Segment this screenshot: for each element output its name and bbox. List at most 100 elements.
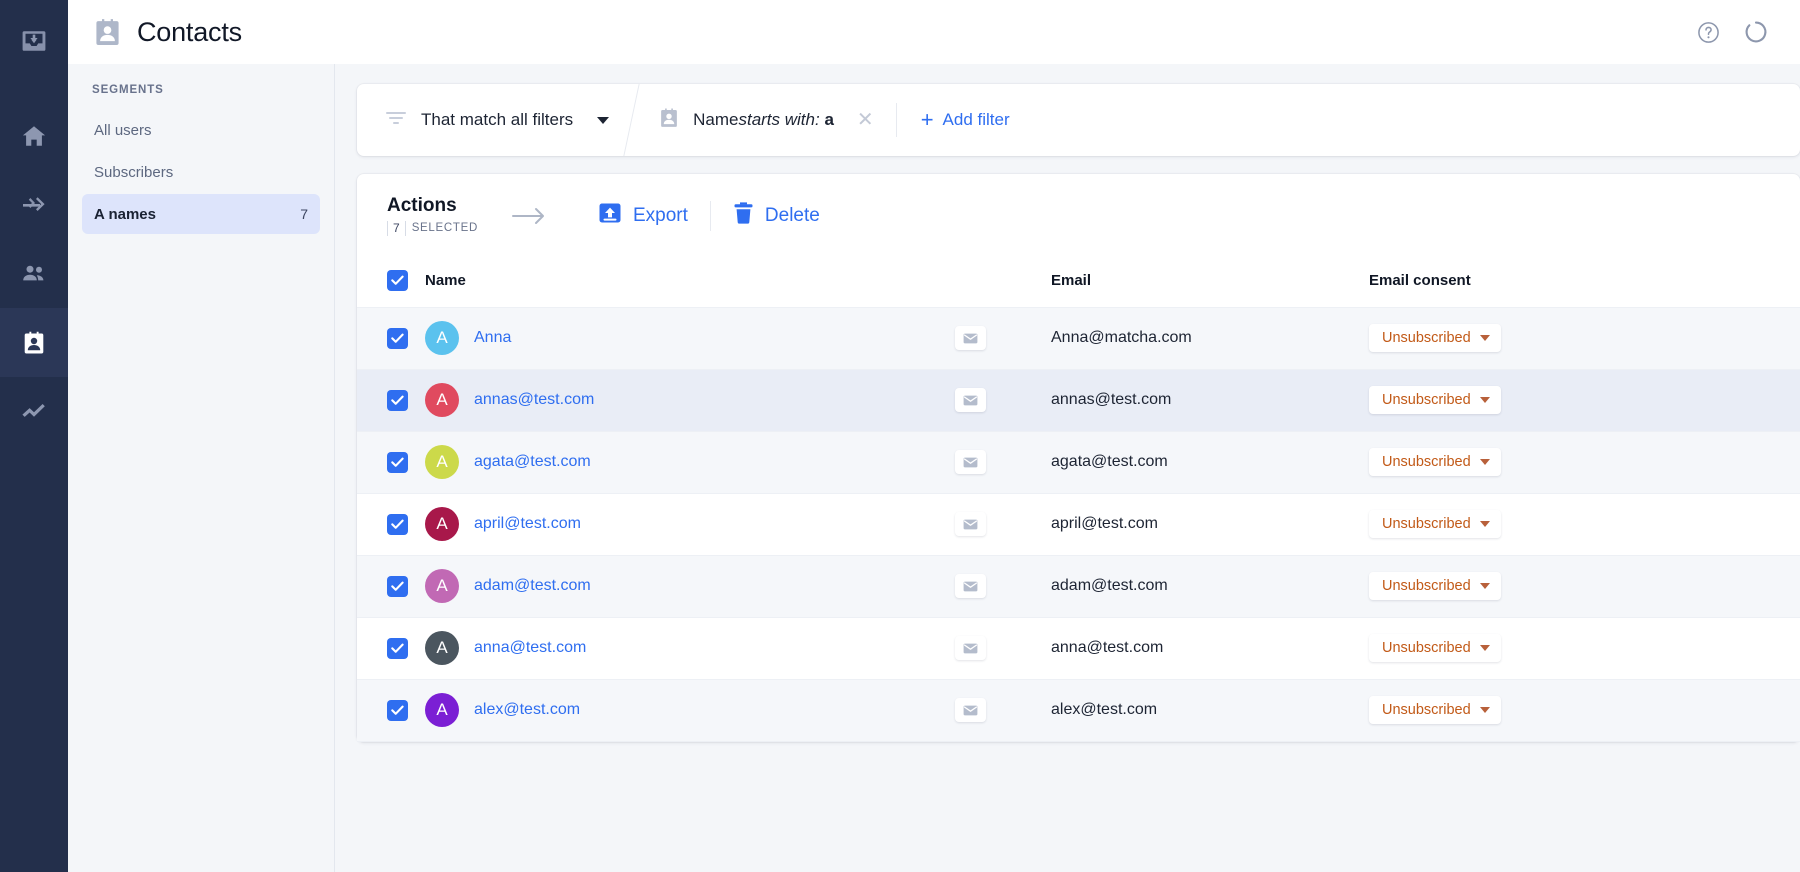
row-consent-cell: Unsubscribed bbox=[1369, 555, 1800, 617]
envelope-icon[interactable] bbox=[955, 450, 986, 474]
contact-name-link[interactable]: april@test.com bbox=[474, 515, 581, 533]
arrow-right-icon bbox=[512, 207, 546, 225]
match-mode-dropdown[interactable]: That match all filters bbox=[357, 84, 631, 156]
journeys-icon bbox=[20, 192, 48, 218]
contact-name-link[interactable]: annas@test.com bbox=[474, 391, 594, 409]
table-row[interactable]: AAnnaAnna@matcha.comUnsubscribed bbox=[357, 307, 1800, 369]
chevron-down-icon bbox=[1480, 335, 1490, 341]
envelope-icon[interactable] bbox=[955, 326, 986, 350]
contact-email: anna@test.com bbox=[1051, 639, 1163, 656]
row-checkbox[interactable] bbox=[387, 328, 408, 349]
table-row[interactable]: Aalex@test.comalex@test.com Unsubscribed bbox=[357, 679, 1800, 741]
row-checkbox[interactable] bbox=[387, 390, 408, 411]
rail-item-analytics[interactable] bbox=[0, 377, 68, 446]
sidebar-item-subscribers[interactable]: Subscribers bbox=[82, 152, 320, 192]
contact-name-link[interactable]: agata@test.com bbox=[474, 453, 591, 471]
segments-heading: SEGMENTS bbox=[82, 84, 320, 100]
email-consent-dropdown[interactable]: Unsubscribed bbox=[1369, 448, 1501, 476]
primary-nav-rail bbox=[0, 0, 68, 872]
add-filter-button[interactable]: + Add filter bbox=[901, 84, 1030, 156]
avatar: A bbox=[425, 321, 459, 355]
export-button[interactable]: Export bbox=[576, 201, 710, 231]
contact-name-link[interactable]: Anna bbox=[474, 329, 511, 347]
trash-icon bbox=[733, 201, 754, 231]
row-checkbox[interactable] bbox=[387, 576, 408, 597]
email-consent-value: Unsubscribed bbox=[1382, 640, 1471, 656]
contact-name-link[interactable]: alex@test.com bbox=[474, 701, 580, 719]
envelope-icon[interactable] bbox=[955, 574, 986, 598]
chevron-down-icon bbox=[1480, 583, 1490, 589]
row-select-cell bbox=[357, 369, 425, 431]
row-checkbox[interactable] bbox=[387, 700, 408, 721]
row-name-cell: Aapril@test.com bbox=[425, 493, 955, 555]
row-checkbox[interactable] bbox=[387, 514, 408, 535]
chevron-down-icon bbox=[1480, 521, 1490, 527]
contacts-icon bbox=[21, 330, 47, 356]
delete-button[interactable]: Delete bbox=[711, 201, 842, 231]
email-consent-dropdown[interactable]: Unsubscribed bbox=[1369, 324, 1501, 352]
refresh-spinner-icon[interactable] bbox=[1744, 20, 1768, 44]
chevron-down-icon bbox=[1480, 707, 1490, 713]
avatar: A bbox=[425, 383, 459, 417]
email-consent-dropdown[interactable]: Unsubscribed bbox=[1369, 510, 1501, 538]
contact-name-link[interactable]: adam@test.com bbox=[474, 577, 591, 595]
column-header-name[interactable]: Name bbox=[425, 256, 955, 308]
email-consent-value: Unsubscribed bbox=[1382, 454, 1471, 470]
close-icon[interactable]: ✕ bbox=[847, 110, 874, 130]
rail-item-audience[interactable] bbox=[0, 239, 68, 308]
email-consent-dropdown[interactable]: Unsubscribed bbox=[1369, 572, 1501, 600]
rail-item-contacts[interactable] bbox=[0, 308, 68, 377]
row-email-cell: agata@test.com bbox=[1051, 431, 1369, 493]
email-consent-dropdown[interactable]: Unsubscribed bbox=[1369, 634, 1501, 662]
table-row[interactable]: Aannas@test.comannas@test.com Unsubscribe… bbox=[357, 369, 1800, 431]
filter-chip-name[interactable]: Namestarts with: a ✕ bbox=[632, 84, 892, 156]
help-circle-icon[interactable] bbox=[1697, 21, 1720, 44]
main-panel: That match all filters bbox=[335, 64, 1800, 872]
envelope-icon[interactable] bbox=[955, 388, 986, 412]
rail-item-inbox[interactable] bbox=[0, 6, 68, 75]
filter-chip-value: a bbox=[824, 110, 833, 129]
rail-item-journeys[interactable] bbox=[0, 170, 68, 239]
row-select-cell bbox=[357, 617, 425, 679]
contact-name-link[interactable]: anna@test.com bbox=[474, 639, 586, 657]
contacts-card-icon bbox=[92, 17, 123, 48]
delete-label: Delete bbox=[765, 205, 820, 227]
envelope-icon[interactable] bbox=[955, 698, 986, 722]
column-header-consent[interactable]: Email consent bbox=[1369, 256, 1800, 308]
sidebar-item-a-names[interactable]: A names 7 bbox=[82, 194, 320, 234]
row-checkbox[interactable] bbox=[387, 452, 408, 473]
envelope-icon[interactable] bbox=[955, 636, 986, 660]
row-envelope-cell bbox=[955, 307, 1051, 369]
envelope-icon[interactable] bbox=[955, 512, 986, 536]
table-row[interactable]: Aanna@test.comanna@test.comUnsubscribed bbox=[357, 617, 1800, 679]
row-name-cell: Aanna@test.com bbox=[425, 617, 955, 679]
table-body: AAnnaAnna@matcha.comUnsubscribedAannas@t… bbox=[357, 307, 1800, 741]
row-name-cell: Aannas@test.com bbox=[425, 369, 955, 431]
table-row[interactable]: Aagata@test.comagata@test.comUnsubscribe… bbox=[357, 431, 1800, 493]
email-consent-dropdown[interactable]: Unsubscribed bbox=[1369, 386, 1501, 414]
select-all-checkbox[interactable] bbox=[387, 270, 408, 291]
actions-heading: Actions bbox=[387, 196, 478, 216]
rail-item-home[interactable] bbox=[0, 101, 68, 170]
selected-label: SELECTED bbox=[412, 222, 478, 234]
table-row[interactable]: Aadam@test.comadam@test.comUnsubscribed bbox=[357, 555, 1800, 617]
row-select-cell bbox=[357, 493, 425, 555]
row-envelope-cell bbox=[955, 493, 1051, 555]
email-consent-value: Unsubscribed bbox=[1382, 578, 1471, 594]
plus-icon: + bbox=[921, 109, 934, 131]
row-select-cell bbox=[357, 431, 425, 493]
app-header: Contacts bbox=[68, 0, 1800, 64]
row-name-cell: Aalex@test.com bbox=[425, 679, 955, 741]
avatar: A bbox=[425, 569, 459, 603]
email-consent-dropdown[interactable]: Unsubscribed bbox=[1369, 696, 1501, 724]
sidebar-item-count: 7 bbox=[300, 206, 308, 222]
row-checkbox[interactable] bbox=[387, 638, 408, 659]
column-header-email[interactable]: Email bbox=[1051, 256, 1369, 308]
filter-chip-field: Name bbox=[693, 110, 738, 129]
table-row[interactable]: Aapril@test.comapril@test.com Unsubscribe… bbox=[357, 493, 1800, 555]
row-email-cell: anna@test.com bbox=[1051, 617, 1369, 679]
sidebar-item-all-users[interactable]: All users bbox=[82, 110, 320, 150]
selected-count: 7 bbox=[387, 221, 406, 236]
row-envelope-cell bbox=[955, 679, 1051, 741]
chevron-down-icon bbox=[1480, 459, 1490, 465]
